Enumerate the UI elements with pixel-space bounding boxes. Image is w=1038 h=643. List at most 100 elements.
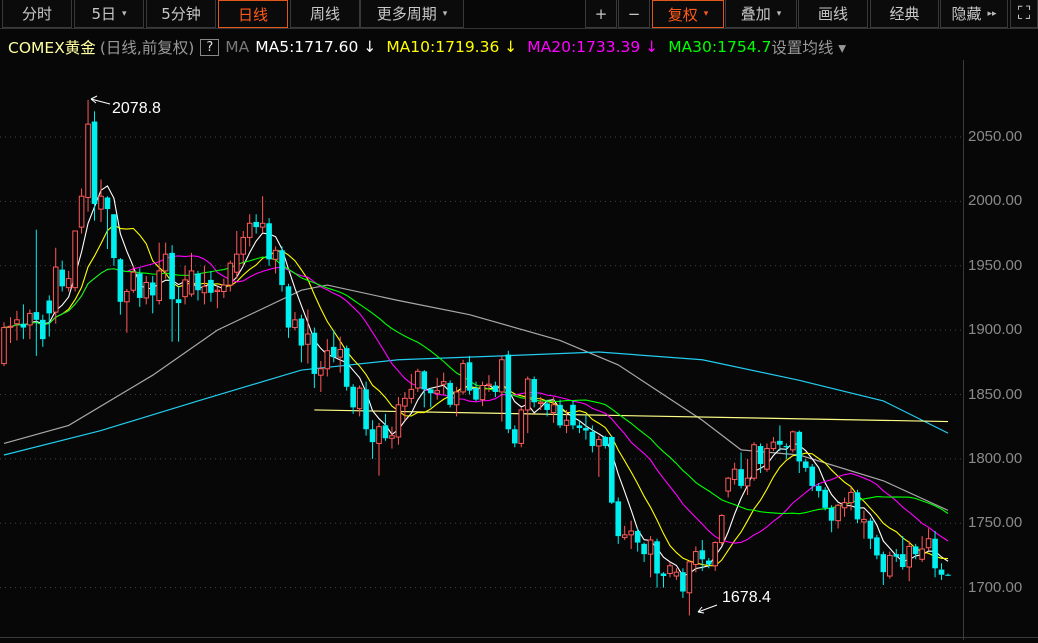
candle-body-up [563,419,570,426]
arrow-icon [697,604,718,614]
candle-body-up [790,431,796,451]
candle-body-up [524,378,531,411]
candle-body-up [770,441,777,450]
candle-body-up [324,350,331,370]
candle-body-up [415,370,421,389]
y-tick-label: 2000.00 [968,192,1023,210]
candle-body-down [39,319,46,340]
candle-body-down [311,332,318,374]
candle-body-up [156,270,162,302]
candle-body-down [330,346,337,358]
candle-body-down [602,436,609,446]
candle-body-down [195,273,201,291]
arrow-icon [90,95,111,105]
candle-body-up [835,504,841,522]
candle-body-down [660,573,667,577]
candle-body-down [363,389,369,430]
candle-body-up [499,359,505,393]
high-annotation: 2078.8 [112,100,161,117]
candle-body-down [802,461,809,468]
candle-body-down [343,348,350,387]
candle-body-down [511,429,518,444]
candle-body-up [479,384,486,401]
candle-body-up [221,284,227,292]
candle-body-up [686,561,693,594]
candle-body-down [492,385,499,392]
candle-body-down [369,429,376,443]
candle-body-down [466,362,473,391]
candle-body-up [182,279,188,298]
candle-body-up [240,236,247,255]
y-tick-label: 1900.00 [968,321,1023,339]
candle-body-up [764,448,770,470]
candle-body-up [434,390,441,394]
candle-body-down [169,252,175,300]
candle-body-down [634,530,641,543]
candle-body-up [201,285,208,294]
candle-body-down [777,440,783,445]
candle-body-up [693,551,699,565]
candle-body-up [98,195,104,210]
y-tick-label: 2050.00 [968,128,1023,145]
ma5-line [3,185,949,577]
candle-body-down [880,554,887,573]
candle-body-down [699,550,706,560]
candle-body-up [259,222,266,228]
candle-body-down [473,388,479,400]
candle-body-up [130,271,137,291]
candle-body-up [408,388,415,399]
candle-body-up [162,253,169,272]
candle-body-down [738,469,744,486]
candle-body-down [854,492,861,520]
candle-body-down [149,282,156,296]
candle-body-down [589,431,596,446]
candle-body-down [421,371,428,390]
candle-body-down [91,121,98,204]
candle-body-up [453,391,460,406]
candle-body-up [731,468,738,480]
candle-body-down [111,214,117,259]
candle-body-up [647,539,654,555]
candle-body-up [1,327,7,365]
candle-body-down [208,279,214,293]
candle-body-up [233,253,240,273]
candle-body-up [246,222,253,238]
candle-body-down [104,197,111,210]
candle-body-down [285,286,292,328]
candle-body-up [460,363,466,393]
candle-body-up [14,319,20,325]
candle-body-down [705,560,712,565]
candle-body-down [175,299,182,304]
candle-body-up [85,123,91,199]
candle-body-down [33,312,40,320]
candle-body-down [783,446,790,448]
candle-body-down [20,323,27,328]
candle-body-up [925,538,932,549]
candle-body-up [718,515,725,544]
candle-body-down [680,572,686,592]
candle-body-up [402,397,408,407]
candle-body-down [822,489,828,508]
y-tick-label: 1750.00 [968,514,1023,532]
candle-body-up [848,491,854,504]
candle-body-down [427,389,434,394]
candlestick-chart[interactable] [0,0,1038,643]
candle-body-up [906,545,913,568]
candle-body-up [52,266,59,313]
candle-body-down [615,501,622,537]
candle-body-up [628,530,634,536]
candle-body-down [654,541,660,574]
candle-body-down [899,554,906,568]
candle-body-down [932,538,938,569]
candle-body-down [46,300,53,314]
candle-body-down [796,431,803,462]
candle-body-down [815,485,822,492]
candle-body-up [537,401,544,405]
candle-body-up [712,542,719,567]
candle-body-down [350,386,356,408]
candle-body-up [389,435,395,439]
candle-body-up [27,312,33,326]
candle-body-down [382,425,389,439]
candle-body-up [318,368,324,376]
candle-body-up [72,230,78,289]
